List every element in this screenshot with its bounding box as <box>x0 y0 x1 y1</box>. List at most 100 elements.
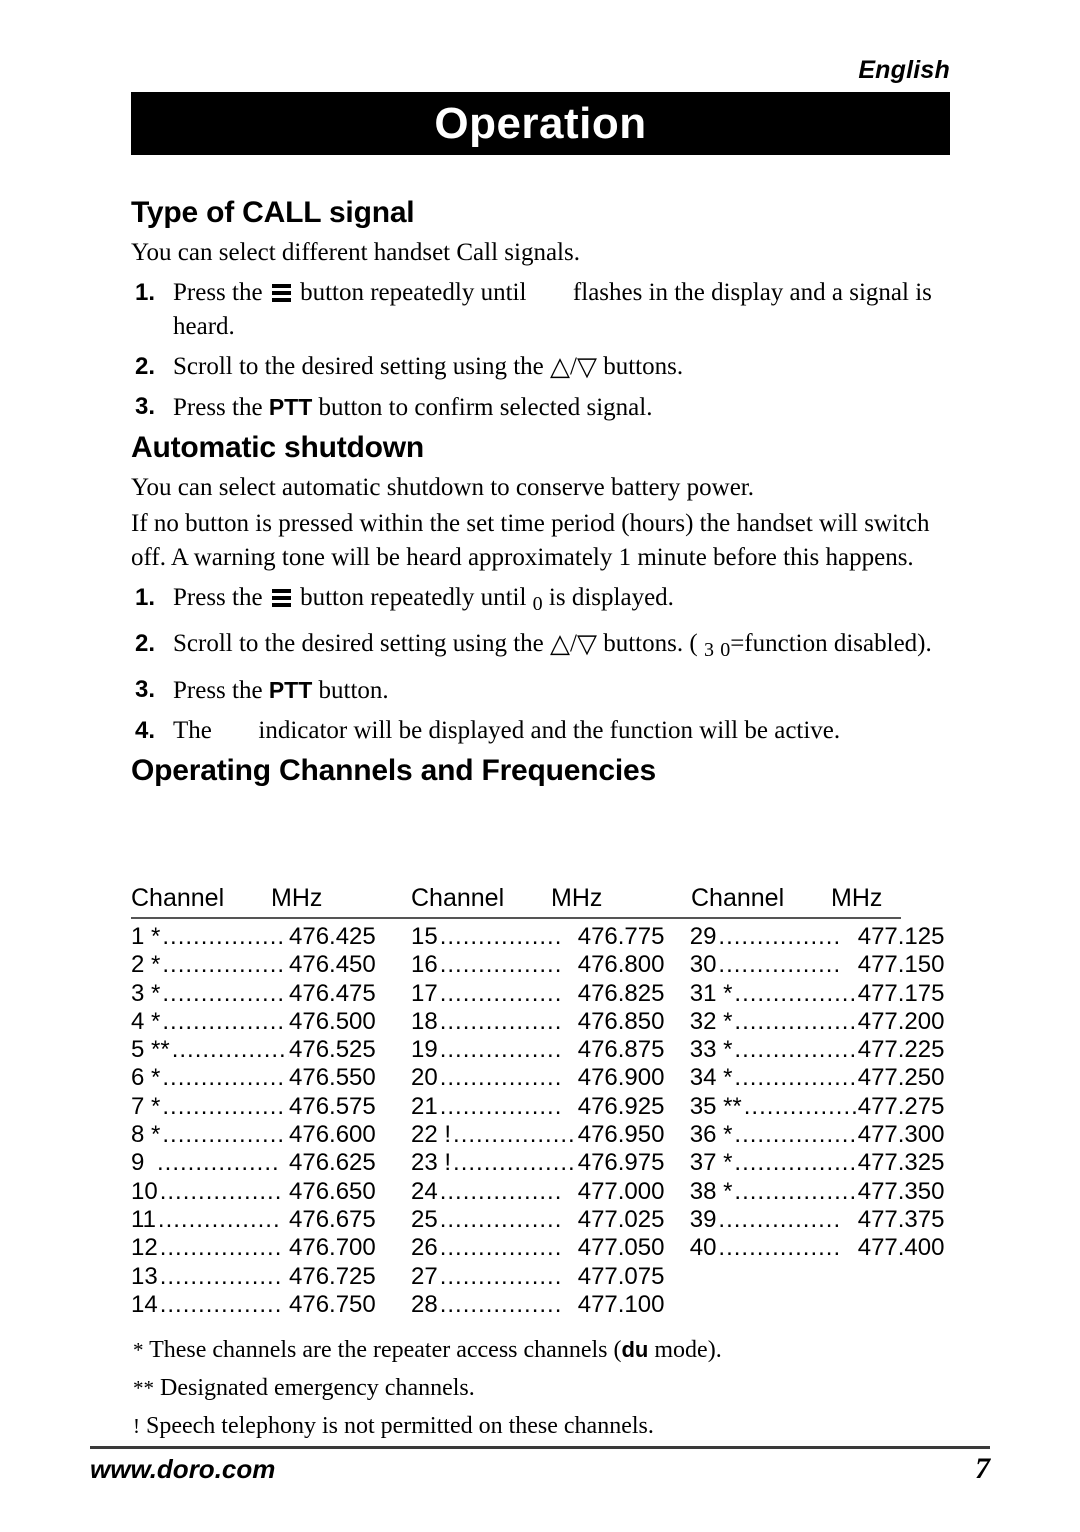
table-row: 6 *................ 476.550 <box>131 1064 411 1092</box>
footnote-emergency: ** Designated emergency channels. <box>133 1370 953 1406</box>
channel-number: 15 <box>411 923 438 950</box>
table-row: 15................ 476.775 <box>411 923 690 951</box>
frequency-value: 477.400 <box>857 1234 945 1262</box>
frequency-value: 476.500 <box>289 1007 376 1035</box>
channel-number: 4 * <box>131 1007 161 1035</box>
table-row: 4 *................ 476.500 <box>131 1008 411 1036</box>
channel-number: 17 <box>411 979 438 1007</box>
table-row: 21................ 476.925 <box>411 1093 690 1121</box>
channel-number: 27 <box>411 1262 438 1290</box>
frequency-value: 477.175 <box>857 979 945 1007</box>
channel-number: 40 <box>689 1234 717 1262</box>
frequency-value: 476.825 <box>577 979 665 1007</box>
channel-number: 30 <box>689 951 717 979</box>
channel-number: 23 ! <box>411 1149 452 1177</box>
dot-leader: ................ <box>439 1262 563 1290</box>
frequency-value: 477.025 <box>577 1205 665 1233</box>
step-text-pre: Press the <box>173 677 263 704</box>
step-item: 2. Scroll to the desired setting using t… <box>131 350 951 384</box>
channel-number: 39 <box>689 1205 717 1233</box>
dot-leader: ................ <box>439 951 563 979</box>
step-number: 3. <box>135 676 156 703</box>
channel-number: 5 ** <box>131 1036 170 1064</box>
channel-number: 25 <box>411 1205 438 1233</box>
step-text-post: buttons. <box>603 353 684 380</box>
dot-leader: ................ <box>734 1121 858 1149</box>
section-heading-call-signal: Type of CALL signal <box>131 196 415 229</box>
footer-website: www.doro.com <box>90 1454 276 1484</box>
channel-number: 29 <box>689 923 717 950</box>
frequency-value: 477.075 <box>577 1262 665 1290</box>
channel-number: 8 * <box>131 1121 161 1149</box>
channel-number: 12 <box>131 1234 158 1262</box>
step-text-mid: button repeatedly until <box>300 279 527 306</box>
table-row: 29................ 477.125 <box>690 923 970 951</box>
section-intro2-automatic-shutdown: If no button is pressed within the set t… <box>131 510 930 571</box>
dot-leader: ................ <box>734 1149 858 1177</box>
frequency-value: 476.875 <box>577 1036 665 1064</box>
dot-leader: ................ <box>439 1007 563 1035</box>
table-row: 20................ 476.900 <box>411 1064 690 1092</box>
step-text-pre: Press the <box>173 394 263 421</box>
frequency-value: 476.700 <box>289 1234 376 1262</box>
step-number: 1. <box>135 279 156 306</box>
step-text-pre: Scroll to the desired setting using the <box>173 630 544 657</box>
step-number: 1. <box>135 584 156 611</box>
channel-number: 6 * <box>131 1064 161 1092</box>
lcd-value-zero: 0 <box>720 639 731 661</box>
page-title: Operation <box>434 99 647 148</box>
footer-divider <box>90 1446 990 1449</box>
slash-separator: / <box>570 353 577 380</box>
channel-number: 31 * <box>689 979 733 1007</box>
footnote-text: Speech telephony is not permitted on the… <box>146 1413 654 1439</box>
dot-leader: ................ <box>439 1092 563 1120</box>
dot-leader: ................ <box>734 1177 858 1205</box>
table-row: 22 !................ 476.950 <box>411 1121 690 1149</box>
dot-leader: ................ <box>162 1007 286 1035</box>
step-item: 3. Press the PTT button. <box>131 673 951 708</box>
frequency-value: 477.150 <box>857 951 945 979</box>
channel-number: 20 <box>411 1064 438 1092</box>
table-header-group: Channel MHz <box>131 884 411 913</box>
table-row: 23 !................ 476.975 <box>411 1149 690 1177</box>
frequency-value: 476.800 <box>577 951 665 979</box>
dot-leader: ................ <box>439 923 563 950</box>
dot-leader: ................ <box>439 1290 563 1318</box>
steps-list-automatic-shutdown: 1. Press the button repeatedly until 0 i… <box>131 581 951 748</box>
channel-number: 36 * <box>689 1121 733 1149</box>
triangle-up-icon: △ <box>550 629 571 659</box>
table-row: 9................ 476.625 <box>131 1149 411 1177</box>
dot-leader: ................ <box>439 1234 563 1262</box>
column-header-mhz: MHz <box>831 884 883 912</box>
dot-leader: ................ <box>157 1149 280 1177</box>
step-item: 1. Press the button repeatedly until fla… <box>131 276 951 344</box>
frequency-value: 477.000 <box>577 1177 665 1205</box>
frequency-value: 477.125 <box>857 923 945 950</box>
section-heading-operating-channels: Operating Channels and Frequencies <box>131 754 656 787</box>
table-row: 30................ 477.150 <box>690 951 970 979</box>
lcd-value-three: 3 <box>703 639 714 661</box>
frequency-value: 476.550 <box>289 1064 376 1092</box>
page-footer: www.doro.com 7 <box>90 1452 990 1486</box>
channel-number: 7 * <box>131 1092 161 1120</box>
frequency-value: 476.625 <box>289 1149 376 1177</box>
step-item: 4. The indicator will be displayed and t… <box>131 714 951 748</box>
column-header-mhz: MHz <box>551 884 603 912</box>
step-number: 2. <box>135 630 156 657</box>
table-column-2: 15................ 476.775 16.............… <box>411 923 690 1319</box>
table-row: 34 *................ 477.250 <box>690 1064 970 1092</box>
column-header-channel: Channel <box>411 884 505 912</box>
dot-leader: ................ <box>439 1064 563 1092</box>
table-header-group: Channel MHz <box>411 884 691 913</box>
step-text-post: button. <box>318 677 389 704</box>
frequency-value: 476.900 <box>577 1064 665 1092</box>
channel-number: 32 * <box>689 1007 733 1035</box>
channel-number: 10 <box>131 1177 158 1205</box>
table-header-group: Channel MHz <box>691 884 971 913</box>
step-text-post: indicator will be displayed and the func… <box>258 717 841 744</box>
table-row: 36 *................ 477.300 <box>690 1121 970 1149</box>
table-row: 28................ 477.100 <box>411 1291 690 1319</box>
channel-number: 2 * <box>131 951 161 979</box>
dot-leader: ................ <box>162 1092 286 1120</box>
channel-number: 21 <box>411 1092 438 1120</box>
